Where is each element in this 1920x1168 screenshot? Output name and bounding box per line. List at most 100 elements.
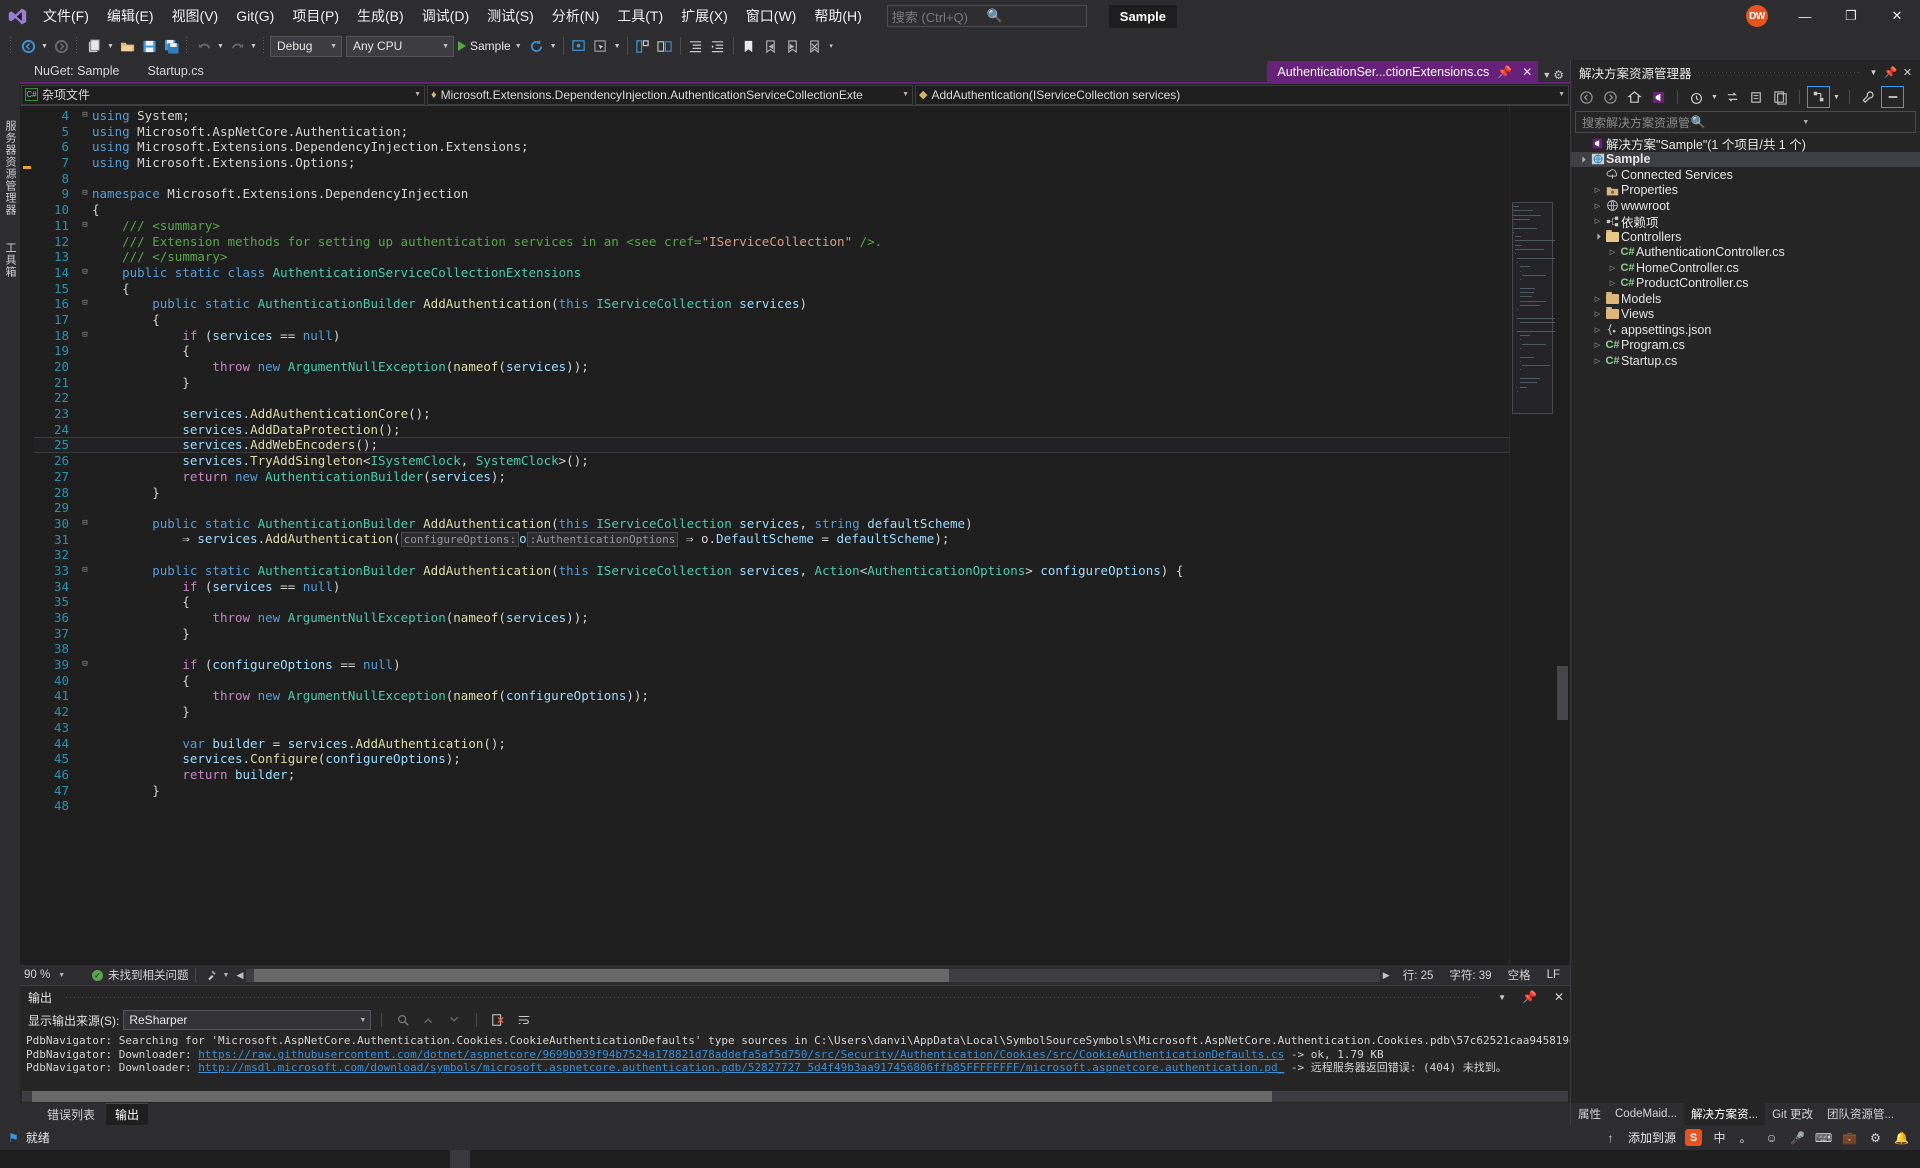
- editor-minimap[interactable]: [1509, 106, 1560, 965]
- sync-with-active-document-icon[interactable]: [1721, 86, 1744, 108]
- twisty-collapsed-icon[interactable]: ▷: [1591, 326, 1604, 334]
- tree-row-[interactable]: ▷ 依赖项: [1571, 214, 1920, 230]
- save-icon[interactable]: [138, 35, 160, 57]
- solution-explorer-search-input[interactable]: 搜索解决方案资源管理器(Ctrl+;) 🔍 ▼: [1575, 111, 1916, 133]
- code-line[interactable]: 5 using Microsoft.AspNetCore.Authenticati…: [34, 124, 1509, 140]
- output-horizontal-scrollbar[interactable]: [20, 1089, 1570, 1103]
- back-icon[interactable]: [1575, 86, 1598, 108]
- solution-configuration-combo[interactable]: Debug ▼: [270, 35, 342, 57]
- pin-solution-explorer-icon[interactable]: 📌: [1882, 63, 1899, 81]
- close-solution-explorer-icon[interactable]: ✕: [1899, 63, 1916, 81]
- menu-view[interactable]: 视图(V): [163, 0, 228, 32]
- code-line[interactable]: 46 return builder;: [34, 767, 1509, 783]
- solution-platform-combo[interactable]: Any CPU ▼: [346, 35, 454, 57]
- code-line[interactable]: 27 return new AuthenticationBuilder(serv…: [34, 469, 1509, 485]
- code-line[interactable]: 25 services.AddWebEncoders();: [34, 437, 1509, 454]
- code-line[interactable]: 39 ⊟ if (configureOptions == null): [34, 657, 1509, 673]
- home-icon[interactable]: [1623, 86, 1646, 108]
- menu-git[interactable]: Git(G): [227, 0, 283, 32]
- ime-mode-label[interactable]: 中: [1711, 1129, 1728, 1146]
- tree-row-appsettings-json[interactable]: ▷ appsettings.json: [1571, 322, 1920, 338]
- menu-build[interactable]: 生成(B): [348, 0, 413, 32]
- tree-row-homecontroller-cs[interactable]: ▷ C# HomeController.cs: [1571, 260, 1920, 276]
- solution-tree[interactable]: 解决方案"Sample"(1 个项目/共 1 个) ◢ Sample Connect…: [1571, 136, 1920, 1103]
- undo-dropdown-icon[interactable]: ▼: [215, 43, 226, 50]
- microphone-icon[interactable]: 🎤: [1789, 1129, 1806, 1146]
- bottom-tab-git-changes[interactable]: Git 更改: [1765, 1103, 1820, 1125]
- select-element-dropdown-icon[interactable]: ▼: [612, 43, 623, 50]
- menu-test[interactable]: 测试(S): [478, 0, 543, 32]
- tree-row-program-cs[interactable]: ▷ C# Program.cs: [1571, 338, 1920, 354]
- tree-row-solution[interactable]: 解决方案"Sample"(1 个项目/共 1 个): [1571, 136, 1920, 152]
- next-bookmark-icon[interactable]: [782, 35, 804, 57]
- twisty-collapsed-icon[interactable]: ▷: [1591, 310, 1604, 318]
- upload-icon[interactable]: ↑: [1602, 1129, 1619, 1146]
- bookmark-icon[interactable]: [738, 35, 760, 57]
- navigate-backward-dropdown-icon[interactable]: ▼: [39, 43, 50, 50]
- code-line[interactable]: 45 services.Configure(configureOptions);: [34, 751, 1509, 767]
- tree-row-startup-cs[interactable]: ▷ C# Startup.cs: [1571, 353, 1920, 369]
- global-search-input[interactable]: 搜索 (Ctrl+Q) 🔍: [886, 5, 1087, 27]
- code-line[interactable]: 47 }: [34, 783, 1509, 799]
- code-line[interactable]: 34 if (services == null): [34, 579, 1509, 595]
- toggle-word-wrap-icon[interactable]: [513, 1009, 535, 1031]
- code-line[interactable]: 32: [34, 547, 1509, 563]
- fold-toggle-icon[interactable]: ⊟: [78, 265, 92, 281]
- twisty-collapsed-icon[interactable]: ▷: [1606, 279, 1619, 287]
- menu-help[interactable]: 帮助(H): [805, 0, 870, 32]
- navigate-backward-icon[interactable]: [17, 35, 39, 57]
- punctuation-icon[interactable]: 。: [1737, 1129, 1754, 1146]
- preview-selected-items-icon[interactable]: [1881, 86, 1904, 108]
- clear-bookmarks-icon[interactable]: [804, 35, 826, 57]
- previous-bookmark-icon[interactable]: [760, 35, 782, 57]
- tree-row-connected-services[interactable]: Connected Services: [1571, 167, 1920, 183]
- toolbox-icon[interactable]: 💼: [1841, 1129, 1858, 1146]
- avatar[interactable]: DW: [1746, 5, 1768, 27]
- taskbar-item[interactable]: [450, 1150, 470, 1168]
- twisty-collapsed-icon[interactable]: ▷: [1591, 217, 1604, 225]
- tab-active-authentication-service-collection-extensions[interactable]: AuthenticationSer...ctionExtensions.cs 📌…: [1267, 61, 1539, 82]
- pending-changes-icon[interactable]: [1685, 86, 1708, 108]
- editor-horizontal-scrollbar[interactable]: ◀ ▶: [233, 968, 1393, 982]
- code-line[interactable]: 41 throw new ArgumentNullException(nameo…: [34, 688, 1509, 704]
- maximize-button[interactable]: ❐: [1828, 0, 1874, 32]
- code-cleanup-button[interactable]: ▼: [202, 969, 234, 981]
- code-line[interactable]: 18 ⊟ if (services == null): [34, 328, 1509, 344]
- code-line[interactable]: 8: [34, 171, 1509, 187]
- indent-increase-icon[interactable]: [707, 35, 729, 57]
- code-line[interactable]: 10 {: [34, 202, 1509, 218]
- fold-toggle-icon[interactable]: ⊟: [78, 563, 92, 579]
- code-line[interactable]: 30 ⊟ public static AuthenticationBuilder …: [34, 516, 1509, 532]
- redo-dropdown-icon[interactable]: ▼: [248, 43, 259, 50]
- switch-views-icon[interactable]: [1647, 86, 1670, 108]
- menu-window[interactable]: 窗口(W): [737, 0, 806, 32]
- twisty-collapsed-icon[interactable]: ▷: [1591, 295, 1604, 303]
- code-line[interactable]: 21 }: [34, 375, 1509, 391]
- panel-drag-dots[interactable]: [1697, 71, 1859, 73]
- tree-row-productcontroller-cs[interactable]: ▷ C# ProductController.cs: [1571, 276, 1920, 292]
- gear-icon[interactable]: ⚙: [1553, 68, 1564, 82]
- panel-menu-icon[interactable]: ▼: [1865, 63, 1882, 81]
- navbar-type-combo[interactable]: ♦ Microsoft.Extensions.DependencyInjecti…: [427, 84, 913, 105]
- tree-row-controllers[interactable]: ◢ Controllers: [1571, 229, 1920, 245]
- code-line[interactable]: 11 ⊟ /// <summary>: [34, 218, 1509, 234]
- code-line[interactable]: 28 }: [34, 485, 1509, 501]
- fold-toggle-icon[interactable]: ⊟: [78, 328, 92, 344]
- show-all-files-dropdown-icon[interactable]: ▼: [1831, 94, 1842, 101]
- code-line[interactable]: 31 ⇒ services.AddAuthentication(configur…: [34, 531, 1509, 548]
- indent-decrease-icon[interactable]: [685, 35, 707, 57]
- navbar-project-combo[interactable]: C# 杂项文件 ▼: [21, 84, 425, 105]
- issues-indicator[interactable]: ✓ 未找到相关问题: [86, 967, 189, 983]
- output-header-drag-dots[interactable]: [66, 996, 1480, 998]
- menu-debug[interactable]: 调试(D): [413, 0, 478, 32]
- code-text-area[interactable]: 4 ⊟ using System; 5 using Microsoft.AspNetCo…: [34, 106, 1509, 965]
- code-line[interactable]: 26 services.TryAddSingleton<ISystemClock…: [34, 453, 1509, 469]
- code-line[interactable]: 15 {: [34, 281, 1509, 297]
- close-button[interactable]: ✕: [1874, 0, 1920, 32]
- tab-nuget-sample[interactable]: NuGet: Sample: [20, 61, 133, 82]
- tree-row-views[interactable]: ▷ Views: [1571, 307, 1920, 323]
- code-line[interactable]: 44 var builder = services.AddAuthenticat…: [34, 736, 1509, 752]
- twisty-collapsed-icon[interactable]: ▷: [1591, 202, 1604, 210]
- code-line[interactable]: 4 ⊟ using System;: [34, 108, 1509, 124]
- menu-edit[interactable]: 编辑(E): [98, 0, 163, 32]
